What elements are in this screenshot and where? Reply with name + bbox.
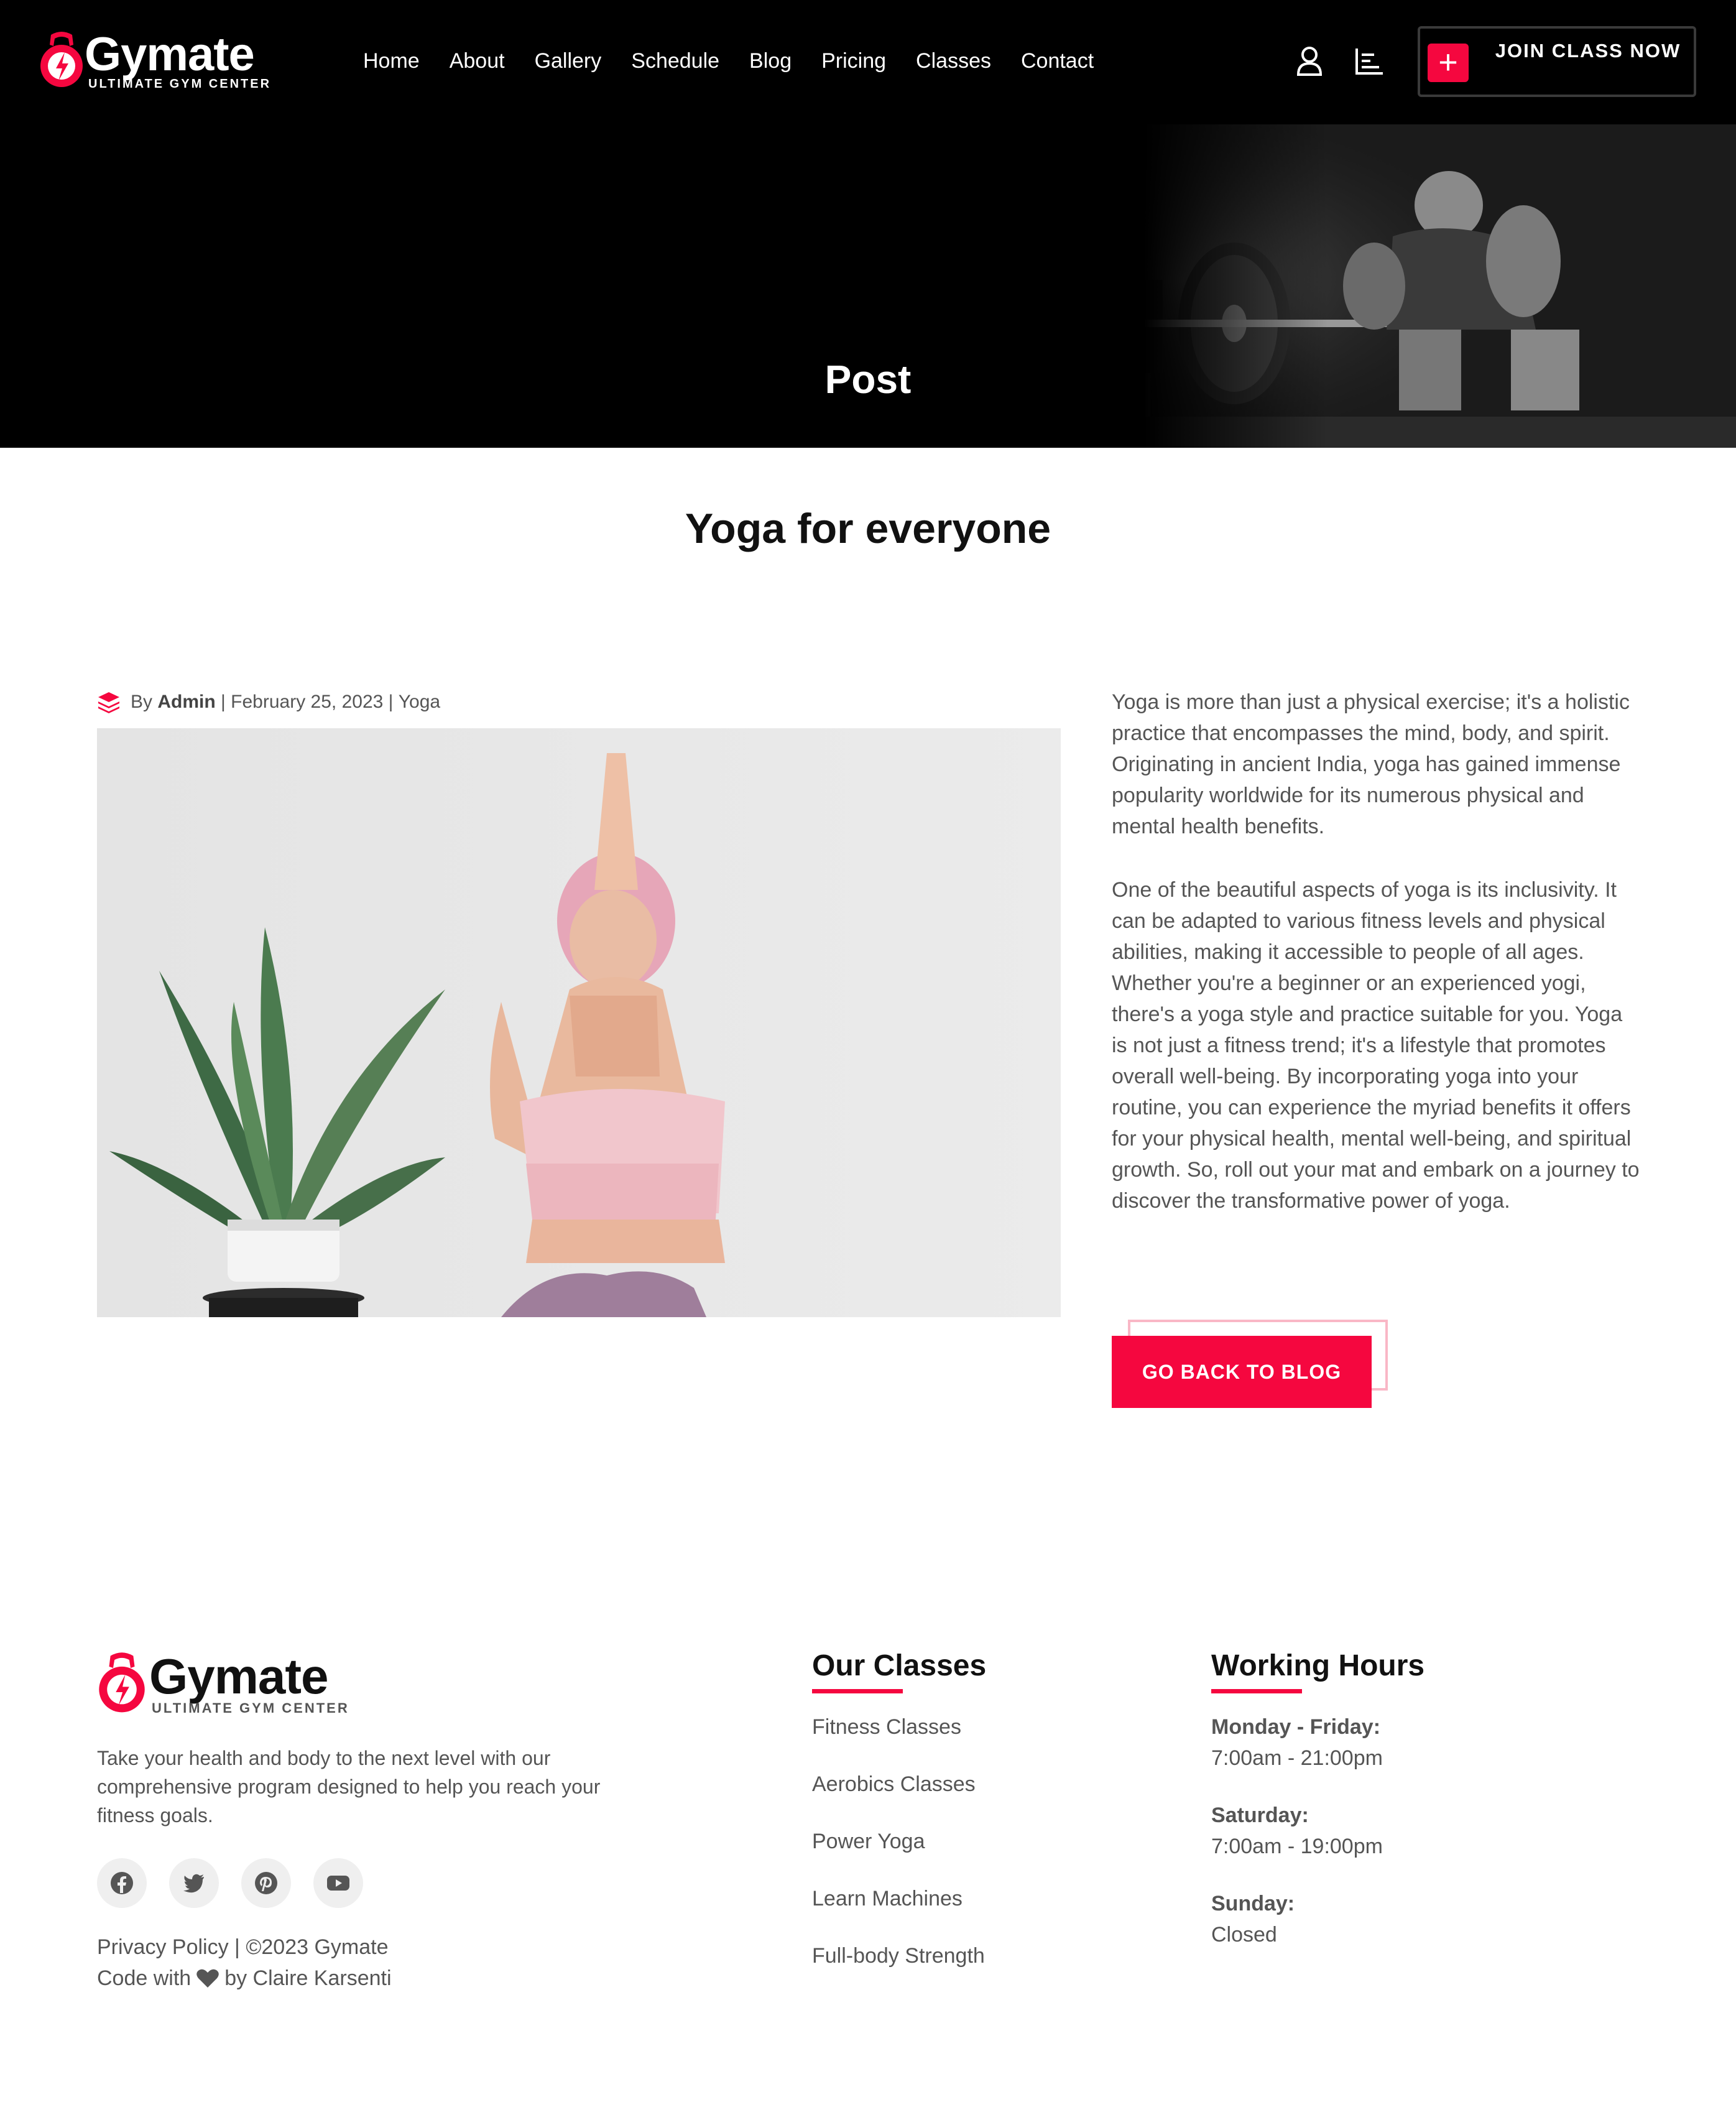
hours-day: Sunday: [1211, 1892, 1295, 1915]
twitter-icon [183, 1874, 204, 1893]
class-link-power-yoga[interactable]: Power Yoga [812, 1826, 985, 1857]
join-class-label: JOIN CLASS NOW [1495, 40, 1681, 62]
meta-category[interactable]: Yoga [399, 692, 440, 713]
facebook-link[interactable] [97, 1858, 147, 1908]
kettlebell-logo-icon [99, 1652, 145, 1713]
post-paragraph: Yoga is more than just a physical exerci… [1112, 690, 1630, 838]
class-link-full-body[interactable]: Full-body Strength [812, 1940, 985, 1971]
yoga-woman-image [97, 728, 1061, 1317]
classes-list: Fitness Classes Aerobics Classes Power Y… [812, 1711, 985, 1998]
back-to-blog: GO BACK TO BLOG [1112, 1320, 1388, 1408]
post-title: Yoga for everyone [685, 505, 1051, 552]
pinterest-icon [255, 1872, 277, 1894]
brand-logo[interactable]: Gymate ULTIMATE GYM CENTER [39, 28, 269, 92]
class-link-fitness[interactable]: Fitness Classes [812, 1711, 985, 1743]
heading-underline [1211, 1689, 1302, 1693]
our-classes-heading: Our Classes [812, 1649, 987, 1682]
brand-tagline: ULTIMATE GYM CENTER [88, 77, 272, 91]
class-link-aerobics[interactable]: Aerobics Classes [812, 1769, 985, 1800]
pinterest-link[interactable] [241, 1858, 291, 1908]
youtube-icon [327, 1876, 349, 1891]
social-links [97, 1858, 386, 1908]
footer-brand-tagline: ULTIMATE GYM CENTER [152, 1700, 349, 1716]
credit-prefix: Code with [97, 1966, 192, 1990]
heart-icon [196, 1969, 219, 1988]
nav-gallery[interactable]: Gallery [535, 42, 602, 80]
join-class-button[interactable]: + JOIN CLASS NOW [1418, 26, 1696, 97]
nav-classes[interactable]: Classes [916, 42, 991, 80]
post-paragraph: One of the beautiful aspects of yoga is … [1112, 878, 1640, 1213]
twitter-link[interactable] [169, 1858, 219, 1908]
hero-title: Post [824, 357, 912, 402]
meta-by: By [131, 692, 158, 712]
nav-contact[interactable]: Contact [1021, 42, 1094, 80]
post-body: Yoga is more than just a physical exerci… [1112, 687, 1640, 1249]
youtube-link[interactable] [313, 1858, 363, 1908]
hours-time: 7:00am - 21:00pm [1211, 1746, 1383, 1770]
heading-underline [812, 1689, 903, 1693]
hours-day: Saturday: [1211, 1803, 1309, 1827]
post-image [97, 728, 1061, 1317]
facebook-icon [111, 1872, 133, 1894]
nav-schedule[interactable]: Schedule [631, 42, 719, 80]
footer-brand-logo[interactable]: Gymate ULTIMATE GYM CENTER [97, 1649, 349, 1719]
footer-description: Take your health and body to the next le… [97, 1747, 601, 1826]
stats-icon[interactable] [1352, 42, 1387, 80]
main-nav: Home About Gallery Schedule Blog Pricing… [363, 42, 1124, 80]
layers-icon [98, 692, 119, 713]
plus-icon: + [1428, 44, 1469, 82]
footer-copyright: Privacy Policy | ©2023 Gymate Code with … [97, 1932, 392, 1994]
brand-name: Gymate [85, 28, 255, 81]
site-header: Gymate ULTIMATE GYM CENTER Home About Ga… [0, 0, 1736, 124]
hours-time: Closed [1211, 1923, 1277, 1947]
copyright-text: Privacy Policy | ©2023 Gymate [97, 1935, 389, 1959]
hours-day: Monday - Friday: [1211, 1715, 1381, 1739]
post-meta: By Admin | February 25, 2023 | Yoga [97, 687, 440, 718]
credit-line: Code with by Claire Karsenti [97, 1963, 392, 1994]
nav-pricing[interactable]: Pricing [821, 42, 886, 80]
meta-author: Admin [157, 692, 216, 712]
class-link-learn-machines[interactable]: Learn Machines [812, 1883, 985, 1914]
credit-suffix: by Claire Karsenti [224, 1966, 392, 1990]
user-icon[interactable] [1292, 42, 1327, 80]
working-hours-heading: Working Hours [1211, 1649, 1425, 1682]
back-to-blog-button[interactable]: GO BACK TO BLOG [1112, 1336, 1372, 1408]
footer-brand-name: Gymate [149, 1649, 328, 1704]
meta-date: | February 25, 2023 | [215, 692, 399, 712]
nav-blog[interactable]: Blog [749, 42, 792, 80]
working-hours-list: Monday - Friday: 7:00am - 21:00pm Saturd… [1211, 1711, 1383, 1976]
page-hero: Post [0, 124, 1736, 448]
kettlebell-logo-icon [40, 32, 83, 87]
hours-time: 7:00am - 19:00pm [1211, 1835, 1383, 1858]
nav-about[interactable]: About [450, 42, 505, 80]
nav-home[interactable]: Home [363, 42, 420, 80]
